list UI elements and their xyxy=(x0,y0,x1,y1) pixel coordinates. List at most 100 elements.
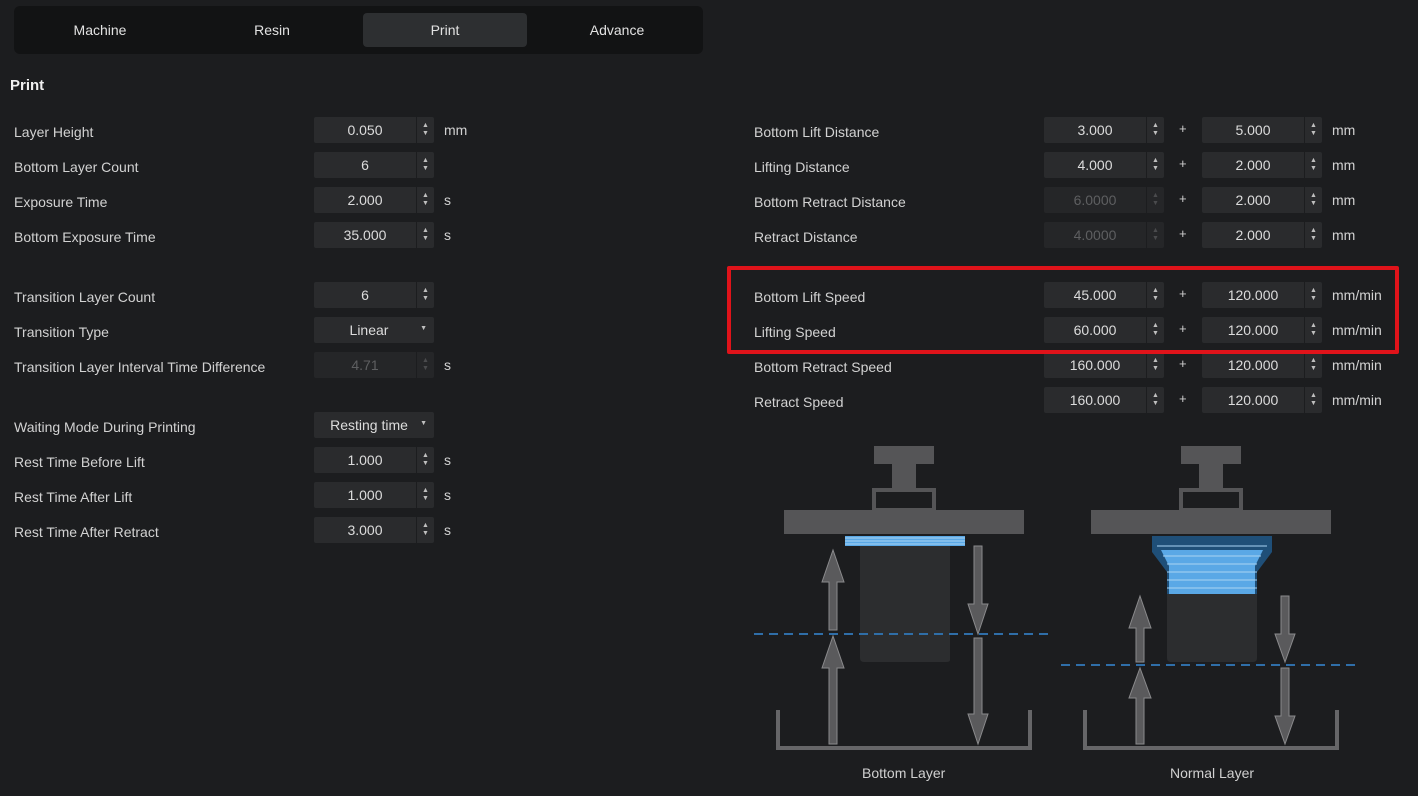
rest-before-lift-spinbox[interactable]: ▲▼ xyxy=(314,447,434,473)
retract-distance-input-2[interactable] xyxy=(1202,227,1304,243)
bottom-lift-distance-label: Bottom Lift Distance xyxy=(754,124,880,140)
normal-layer-diagram xyxy=(1061,446,1361,750)
rest-after-lift-input[interactable] xyxy=(314,487,416,503)
transition-type-select[interactable]: Linear ▼ xyxy=(314,317,434,343)
retract-distance-stepper-1: ▲ ▼ xyxy=(1146,222,1164,248)
bottom-layer-diagram xyxy=(754,446,1054,750)
transition-type-label: Transition Type xyxy=(14,324,109,340)
retract-speed-spinbox-1[interactable]: ▲▼ xyxy=(1044,387,1164,413)
rest-after-lift-stepper[interactable]: ▲ ▼ xyxy=(416,482,434,508)
layer-height-stepper[interactable]: ▲ ▼ xyxy=(416,117,434,143)
rest-before-lift-label: Rest Time Before Lift xyxy=(14,454,145,470)
bottom-lift-distance-input-2[interactable] xyxy=(1202,122,1304,138)
bottom-exposure-time-spinbox[interactable]: ▲▼ xyxy=(314,222,434,248)
bottom-retract-speed-input-1[interactable] xyxy=(1044,357,1146,373)
bottom-retract-speed-spinbox-2[interactable]: ▲▼ xyxy=(1202,352,1322,378)
retract-distance-label: Retract Distance xyxy=(754,229,858,245)
bottom-exposure-time-label: Bottom Exposure Time xyxy=(14,229,156,245)
cured-layers-blue xyxy=(845,536,965,546)
bottom-lift-distance-input-1[interactable] xyxy=(1044,122,1146,138)
retract-distance-input-1 xyxy=(1044,227,1146,243)
transition-layer-count-label: Transition Layer Count xyxy=(14,289,156,305)
transition-interval-label: Transition Layer Interval Time Differenc… xyxy=(14,359,266,375)
bottom-exposure-time-input[interactable] xyxy=(314,227,416,243)
bottom-layer-caption: Bottom Layer xyxy=(862,765,946,781)
waiting-mode-select[interactable]: Resting time ▼ xyxy=(314,412,434,438)
lifting-distance-stepper-2[interactable]: ▲ ▼ xyxy=(1304,152,1322,178)
layer-height-input[interactable] xyxy=(314,122,416,138)
retract-distance-stepper-2[interactable]: ▲ ▼ xyxy=(1304,222,1322,248)
rest-after-retract-unit: s xyxy=(444,522,451,538)
rest-after-lift-unit: s xyxy=(444,487,451,503)
rest-before-lift-input[interactable] xyxy=(314,452,416,468)
plus-sign: + xyxy=(1179,356,1187,371)
lifting-distance-spinbox-2[interactable]: ▲▼ xyxy=(1202,152,1322,178)
tab-print[interactable]: Print xyxy=(363,13,527,47)
bottom-retract-speed-input-2[interactable] xyxy=(1202,357,1304,373)
layer-height-spinbox[interactable]: ▲▼ xyxy=(314,117,434,143)
plus-sign: + xyxy=(1179,391,1187,406)
bottom-retract-speed-label: Bottom Retract Speed xyxy=(754,359,892,375)
transition-interval-spinbox: ▲▼ xyxy=(314,352,434,378)
rest-after-retract-input[interactable] xyxy=(314,522,416,538)
lifting-distance-input-1[interactable] xyxy=(1044,157,1146,173)
rest-after-retract-stepper[interactable]: ▲ ▼ xyxy=(416,517,434,543)
tab-bar: Machine Resin Print Advance xyxy=(14,6,703,54)
retract-speed-unit: mm/min xyxy=(1332,392,1382,408)
chevron-down-icon: ▼ xyxy=(420,420,427,427)
chevron-down-icon: ▼ xyxy=(420,325,427,332)
rest-after-retract-label: Rest Time After Retract xyxy=(14,524,159,540)
bottom-retract-speed-stepper-2[interactable]: ▲ ▼ xyxy=(1304,352,1322,378)
tab-resin[interactable]: Resin xyxy=(190,13,354,47)
retract-speed-input-2[interactable] xyxy=(1202,392,1304,408)
rest-after-retract-spinbox[interactable]: ▲▼ xyxy=(314,517,434,543)
retract-speed-spinbox-2[interactable]: ▲▼ xyxy=(1202,387,1322,413)
bottom-retract-distance-unit: mm xyxy=(1332,192,1356,208)
bottom-lift-distance-stepper-1[interactable]: ▲ ▼ xyxy=(1146,117,1164,143)
retract-distance-unit: mm xyxy=(1332,227,1356,243)
plus-sign: + xyxy=(1179,156,1187,171)
transition-layer-count-spinbox[interactable]: ▲▼ xyxy=(314,282,434,308)
rest-after-lift-label: Rest Time After Lift xyxy=(14,489,133,505)
bottom-layer-count-stepper[interactable]: ▲ ▼ xyxy=(416,152,434,178)
transition-interval-input xyxy=(314,357,416,373)
bottom-layer-count-input[interactable] xyxy=(314,157,416,173)
bottom-retract-speed-stepper-1[interactable]: ▲ ▼ xyxy=(1146,352,1164,378)
transition-type-value: Linear xyxy=(349,322,389,338)
transition-interval-unit: s xyxy=(444,357,451,373)
bottom-retract-distance-spinbox-1: ▲▼ xyxy=(1044,187,1164,213)
bottom-retract-distance-spinbox-2[interactable]: ▲▼ xyxy=(1202,187,1322,213)
bottom-exposure-time-stepper[interactable]: ▲ ▼ xyxy=(416,222,434,248)
bottom-lift-distance-spinbox-1[interactable]: ▲▼ xyxy=(1044,117,1164,143)
bottom-layer-count-spinbox[interactable]: ▲▼ xyxy=(314,152,434,178)
rest-before-lift-stepper[interactable]: ▲ ▼ xyxy=(416,447,434,473)
exposure-time-input[interactable] xyxy=(314,192,416,208)
rest-after-lift-spinbox[interactable]: ▲▼ xyxy=(314,482,434,508)
exposure-time-stepper[interactable]: ▲ ▼ xyxy=(416,187,434,213)
retract-distance-spinbox-1: ▲▼ xyxy=(1044,222,1164,248)
bottom-lift-distance-stepper-2[interactable]: ▲ ▼ xyxy=(1304,117,1322,143)
lifting-distance-stepper-1[interactable]: ▲ ▼ xyxy=(1146,152,1164,178)
bottom-retract-distance-input-1 xyxy=(1044,192,1146,208)
bottom-retract-distance-input-2[interactable] xyxy=(1202,192,1304,208)
bottom-lift-distance-spinbox-2[interactable]: ▲▼ xyxy=(1202,117,1322,143)
transition-layer-count-input[interactable] xyxy=(314,287,416,303)
lifting-distance-spinbox-1[interactable]: ▲▼ xyxy=(1044,152,1164,178)
bottom-retract-distance-label: Bottom Retract Distance xyxy=(754,194,906,210)
retract-speed-label: Retract Speed xyxy=(754,394,844,410)
retract-distance-spinbox-2[interactable]: ▲▼ xyxy=(1202,222,1322,248)
retract-speed-stepper-2[interactable]: ▲ ▼ xyxy=(1304,387,1322,413)
exposure-time-spinbox[interactable]: ▲▼ xyxy=(314,187,434,213)
section-title: Print xyxy=(10,77,45,94)
retract-speed-input-1[interactable] xyxy=(1044,392,1146,408)
tab-advance[interactable]: Advance xyxy=(535,13,699,47)
lifting-distance-input-2[interactable] xyxy=(1202,157,1304,173)
layer-height-unit: mm xyxy=(444,122,468,138)
tab-machine[interactable]: Machine xyxy=(18,13,182,47)
bottom-retract-distance-stepper-2[interactable]: ▲ ▼ xyxy=(1304,187,1322,213)
bottom-retract-speed-spinbox-1[interactable]: ▲▼ xyxy=(1044,352,1164,378)
retract-speed-stepper-1[interactable]: ▲ ▼ xyxy=(1146,387,1164,413)
normal-layer-caption: Normal Layer xyxy=(1170,765,1255,781)
transition-layer-count-stepper[interactable]: ▲ ▼ xyxy=(416,282,434,308)
waiting-mode-label: Waiting Mode During Printing xyxy=(14,419,196,435)
